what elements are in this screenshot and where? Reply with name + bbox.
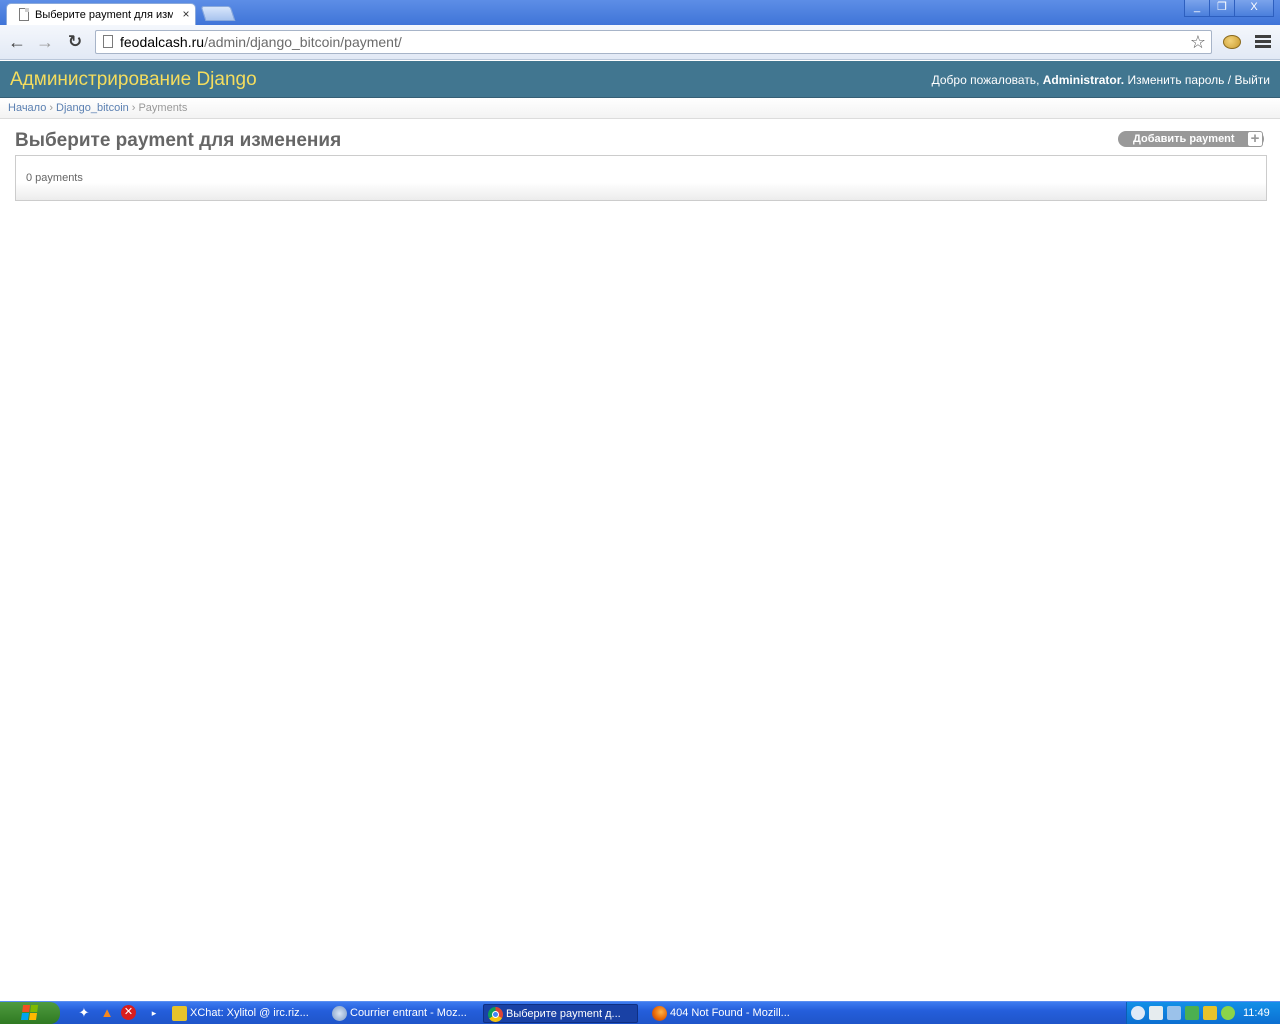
browser-toolbar: ← → ↻ feodalcash.ru/admin/django_bitcoin… bbox=[0, 25, 1280, 60]
breadcrumb-home[interactable]: Начало bbox=[8, 102, 46, 114]
breadcrumb-separator: › bbox=[131, 102, 136, 114]
tab-close-icon[interactable]: × bbox=[179, 6, 193, 22]
breadcrumb-separator: › bbox=[49, 102, 53, 114]
browser-tab-strip: Выберите payment для изм × _ ❐ X bbox=[0, 0, 1280, 25]
user-tools-separator: / bbox=[1227, 73, 1232, 87]
forward-arrow-icon[interactable]: → bbox=[34, 31, 56, 53]
plus-icon: + bbox=[1247, 131, 1263, 147]
window-maximize-button[interactable]: ❐ bbox=[1209, 0, 1235, 17]
taskbar-item[interactable]: XChat: Xylitol @ irc.riz... bbox=[168, 1004, 323, 1023]
address-url[interactable]: feodalcash.ru/admin/django_bitcoin/payme… bbox=[120, 34, 402, 50]
tab-title: Выберите payment для изм bbox=[35, 9, 173, 21]
taskbar: ✦ ▲ ✕ ▸ XChat: Xylitol @ irc.riz... Cour… bbox=[0, 1001, 1280, 1024]
system-tray: 11:49 bbox=[1126, 1002, 1280, 1024]
security-shield-icon[interactable] bbox=[1185, 1006, 1199, 1020]
bookmark-star-icon[interactable]: ☆ bbox=[1188, 32, 1208, 52]
taskbar-item[interactable]: Courrier entrant - Moz... bbox=[328, 1004, 483, 1023]
back-arrow-icon[interactable]: ← bbox=[6, 31, 28, 53]
vlc-cone-icon[interactable]: ▲ bbox=[99, 1005, 115, 1021]
xchat-icon bbox=[172, 1006, 187, 1021]
mail-icon bbox=[332, 1006, 347, 1021]
breadcrumb: Начало › Django_bitcoin › Payments bbox=[0, 98, 1280, 119]
new-tab-button[interactable] bbox=[200, 6, 236, 21]
welcome-text: Добро пожаловать, bbox=[931, 73, 1040, 87]
change-password-link[interactable]: Изменить пароль bbox=[1127, 73, 1224, 87]
site-name[interactable]: Администрирование Django bbox=[10, 69, 257, 91]
reload-icon[interactable]: ↻ bbox=[64, 31, 86, 53]
page-icon bbox=[19, 8, 29, 21]
add-payment-label: Добавить payment bbox=[1133, 133, 1235, 145]
logout-link[interactable]: Выйти bbox=[1234, 73, 1270, 87]
quick-launch-more-icon[interactable]: ▸ bbox=[146, 1005, 162, 1021]
windows-logo-icon bbox=[20, 1005, 40, 1021]
chrome-icon bbox=[488, 1007, 503, 1022]
taskbar-item-label: Выберите payment д... bbox=[506, 1008, 621, 1020]
cookie-extension-icon[interactable] bbox=[1222, 33, 1242, 49]
clock[interactable]: 11:49 bbox=[1243, 1006, 1270, 1020]
browser-tab-active[interactable]: Выберите payment для изм × bbox=[6, 3, 196, 25]
taskbar-item[interactable]: 404 Not Found - Mozill... bbox=[648, 1004, 803, 1023]
changelist: 0 payments bbox=[15, 155, 1267, 201]
page-title: Выберите payment для изменения bbox=[15, 130, 342, 151]
taskbar-item-label: 404 Not Found - Mozill... bbox=[670, 1007, 790, 1019]
clover-icon[interactable] bbox=[1221, 1006, 1235, 1020]
browser-menu-icon[interactable] bbox=[1254, 33, 1272, 51]
firefox-icon bbox=[652, 1006, 667, 1021]
url-host: feodalcash.ru bbox=[120, 34, 205, 50]
window-minimize-button[interactable]: _ bbox=[1184, 0, 1210, 17]
taskbar-item-label: Courrier entrant - Moz... bbox=[350, 1007, 467, 1019]
add-payment-button[interactable]: Добавить payment + bbox=[1118, 131, 1264, 147]
url-path: /admin/django_bitcoin/payment/ bbox=[204, 34, 402, 50]
close-app-icon[interactable]: ✕ bbox=[121, 1005, 137, 1021]
network-icon[interactable] bbox=[1131, 1006, 1145, 1020]
paginator: 0 payments bbox=[26, 172, 83, 184]
taskbar-item-label: XChat: Xylitol @ irc.riz... bbox=[190, 1007, 309, 1019]
xchat-tray-icon[interactable] bbox=[1203, 1006, 1217, 1020]
breadcrumb-app[interactable]: Django_bitcoin bbox=[56, 102, 129, 114]
taskbar-item-active[interactable]: Выберите payment д... bbox=[483, 1004, 638, 1023]
page-icon bbox=[103, 35, 113, 48]
breadcrumb-current: Payments bbox=[138, 102, 188, 114]
desktop-icon[interactable]: ✦ bbox=[76, 1005, 92, 1021]
address-bar[interactable]: feodalcash.ru/admin/django_bitcoin/payme… bbox=[95, 30, 1212, 54]
user-tools: Добро пожаловать, Administrator. Изменит… bbox=[932, 73, 1270, 87]
username-suffix: . bbox=[1120, 73, 1125, 87]
display-icon[interactable] bbox=[1167, 1006, 1181, 1020]
window-close-button[interactable]: X bbox=[1234, 0, 1274, 17]
mail-notify-icon[interactable] bbox=[1149, 1006, 1163, 1020]
admin-header: Администрирование Django Добро пожаловат… bbox=[0, 61, 1280, 98]
start-button[interactable] bbox=[0, 1002, 60, 1024]
username: Administrator bbox=[1042, 73, 1121, 87]
